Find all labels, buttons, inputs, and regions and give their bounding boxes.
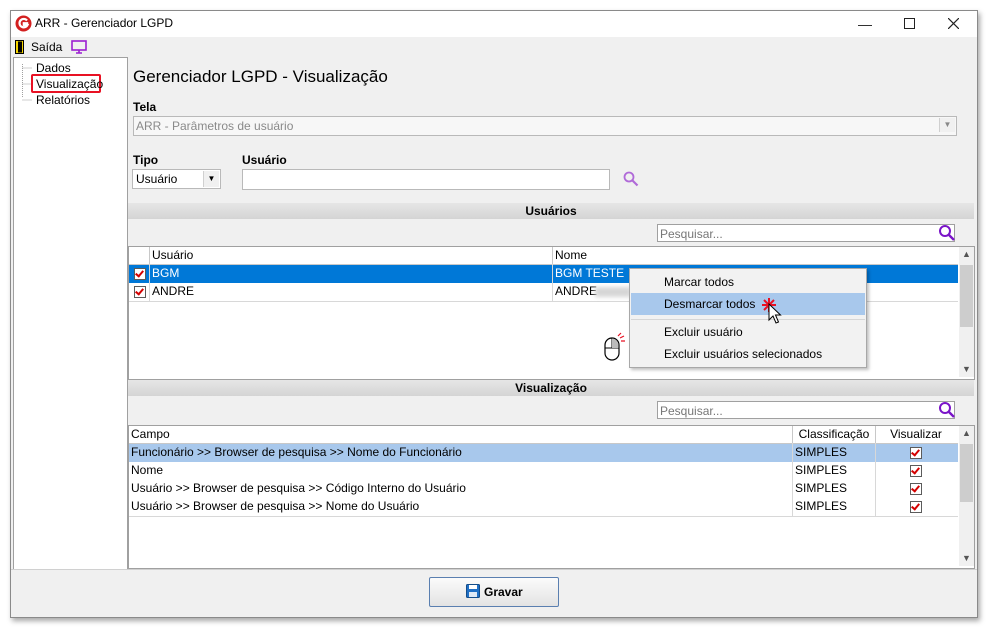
title-bar: ARR - Gerenciador LGPD —	[11, 11, 977, 37]
monitor-icon[interactable]	[71, 40, 87, 54]
scroll-up-icon[interactable]: ▲	[962, 249, 971, 259]
cell-classificacao: SIMPLES	[795, 481, 848, 495]
close-icon	[947, 17, 959, 30]
scrollbar-thumb[interactable]	[960, 444, 973, 502]
door-exit-icon	[15, 40, 24, 54]
exit-menu-item[interactable]: Saída	[13, 38, 69, 56]
column-header-usuario[interactable]: Usuário	[152, 247, 193, 264]
row-checkbox[interactable]	[134, 286, 146, 298]
tela-label: Tela	[133, 100, 157, 114]
footer-divider	[11, 569, 977, 570]
visualizar-checkbox[interactable]	[910, 501, 922, 513]
navigation-tree: Dados Visualização Relatórios	[13, 57, 128, 570]
minimize-button[interactable]: —	[843, 13, 887, 35]
table-row[interactable]: Usuário >> Browser de pesquisa >> Nome d…	[129, 498, 958, 517]
tipo-label: Tipo	[133, 153, 159, 167]
tela-select-value: ARR - Parâmetros de usuário	[136, 119, 294, 133]
menu-bar: Saída	[11, 37, 977, 57]
column-header-nome[interactable]: Nome	[555, 247, 587, 264]
blurred-text	[595, 287, 631, 297]
app-logo-icon	[15, 15, 32, 32]
row-checkbox[interactable]	[134, 268, 146, 280]
tree-item-visualizacao[interactable]: Visualização	[36, 77, 103, 91]
usuarios-scrollbar[interactable]: ▲ ▼	[959, 247, 974, 377]
chevron-down-icon[interactable]: ▼	[203, 171, 219, 187]
cell-classificacao: SIMPLES	[795, 445, 848, 459]
visualizacao-scrollbar[interactable]: ▲ ▼	[959, 426, 974, 566]
window-title: ARR - Gerenciador LGPD	[35, 16, 174, 30]
maximize-button[interactable]	[887, 13, 931, 35]
table-row[interactable]: Usuário >> Browser de pesquisa >> Código…	[129, 480, 958, 499]
cell-usuario: ANDRE	[152, 284, 195, 298]
cell-campo: Nome	[131, 463, 164, 477]
cell-nome: ANDRE	[555, 284, 598, 298]
visualizacao-search-input[interactable]: Pesquisar...	[657, 401, 955, 419]
search-icon[interactable]	[623, 171, 639, 187]
cell-nome: BGM TESTE	[555, 266, 625, 280]
tipo-select-value: Usuário	[136, 172, 178, 186]
cell-campo: Funcionário >> Browser de pesquisa >> No…	[131, 445, 462, 459]
tela-select[interactable]: ARR - Parâmetros de usuário ▼	[133, 116, 957, 136]
mouse-cursor-icon	[768, 303, 782, 324]
scroll-down-icon[interactable]: ▼	[962, 364, 971, 374]
cell-campo: Usuário >> Browser de pesquisa >> Nome d…	[131, 499, 420, 513]
usuario-input[interactable]	[242, 169, 610, 190]
floppy-disk-icon	[466, 584, 480, 598]
visualizacao-section-header: Visualização	[128, 380, 974, 396]
usuarios-grid-header: Usuário Nome	[129, 247, 958, 265]
usuarios-search-input[interactable]: Pesquisar...	[657, 224, 955, 242]
cell-classificacao: SIMPLES	[795, 499, 848, 513]
visualizar-checkbox[interactable]	[910, 447, 922, 459]
table-row[interactable]: Nome SIMPLES	[129, 462, 958, 481]
visualizacao-grid: Campo Classificação Visualizar Funcionár…	[128, 425, 975, 569]
save-button[interactable]: Gravar	[429, 577, 559, 607]
visualizar-checkbox[interactable]	[910, 465, 922, 477]
tree-item-relatorios[interactable]: Relatórios	[36, 93, 90, 107]
search-icon[interactable]	[938, 224, 956, 242]
minimize-icon: —	[858, 16, 872, 32]
chevron-down-icon[interactable]: ▼	[939, 118, 955, 132]
usuarios-section-header: Usuários	[128, 203, 974, 219]
cell-usuario: BGM	[152, 266, 180, 280]
cell-campo: Usuário >> Browser de pesquisa >> Código…	[131, 481, 466, 495]
context-menu-divider	[631, 319, 865, 320]
visualizar-checkbox[interactable]	[910, 483, 922, 495]
context-menu-item-desmarcar-todos[interactable]: Desmarcar todos	[631, 293, 865, 315]
close-button[interactable]	[931, 13, 975, 35]
maximize-icon	[903, 18, 915, 29]
column-header-campo[interactable]: Campo	[131, 426, 170, 443]
tree-item-dados[interactable]: Dados	[36, 61, 71, 75]
exit-label: Saída	[31, 40, 63, 54]
usuario-label: Usuário	[242, 153, 287, 167]
search-icon[interactable]	[938, 401, 956, 419]
context-menu-item-marcar-todos[interactable]: Marcar todos	[631, 271, 865, 293]
context-menu: Marcar todos Desmarcar todos Excluir usu…	[629, 268, 867, 368]
save-button-label: Gravar	[484, 585, 523, 599]
page-title: Gerenciador LGPD - Visualização	[133, 67, 388, 86]
context-menu-item-excluir-usuario[interactable]: Excluir usuário	[631, 321, 865, 343]
tipo-select[interactable]: Usuário ▼	[132, 169, 221, 189]
context-menu-item-excluir-selecionados[interactable]: Excluir usuários selecionados	[631, 343, 865, 365]
table-row[interactable]: Funcionário >> Browser de pesquisa >> No…	[129, 444, 958, 463]
scroll-up-icon[interactable]: ▲	[962, 428, 971, 438]
column-header-classificacao[interactable]: Classificação	[793, 426, 875, 443]
scrollbar-thumb[interactable]	[960, 265, 973, 327]
right-click-mouse-icon	[604, 332, 625, 361]
cell-classificacao: SIMPLES	[795, 463, 848, 477]
scroll-down-icon[interactable]: ▼	[962, 553, 971, 563]
column-header-visualizar[interactable]: Visualizar	[876, 426, 956, 443]
visualizacao-grid-header: Campo Classificação Visualizar	[129, 426, 958, 444]
